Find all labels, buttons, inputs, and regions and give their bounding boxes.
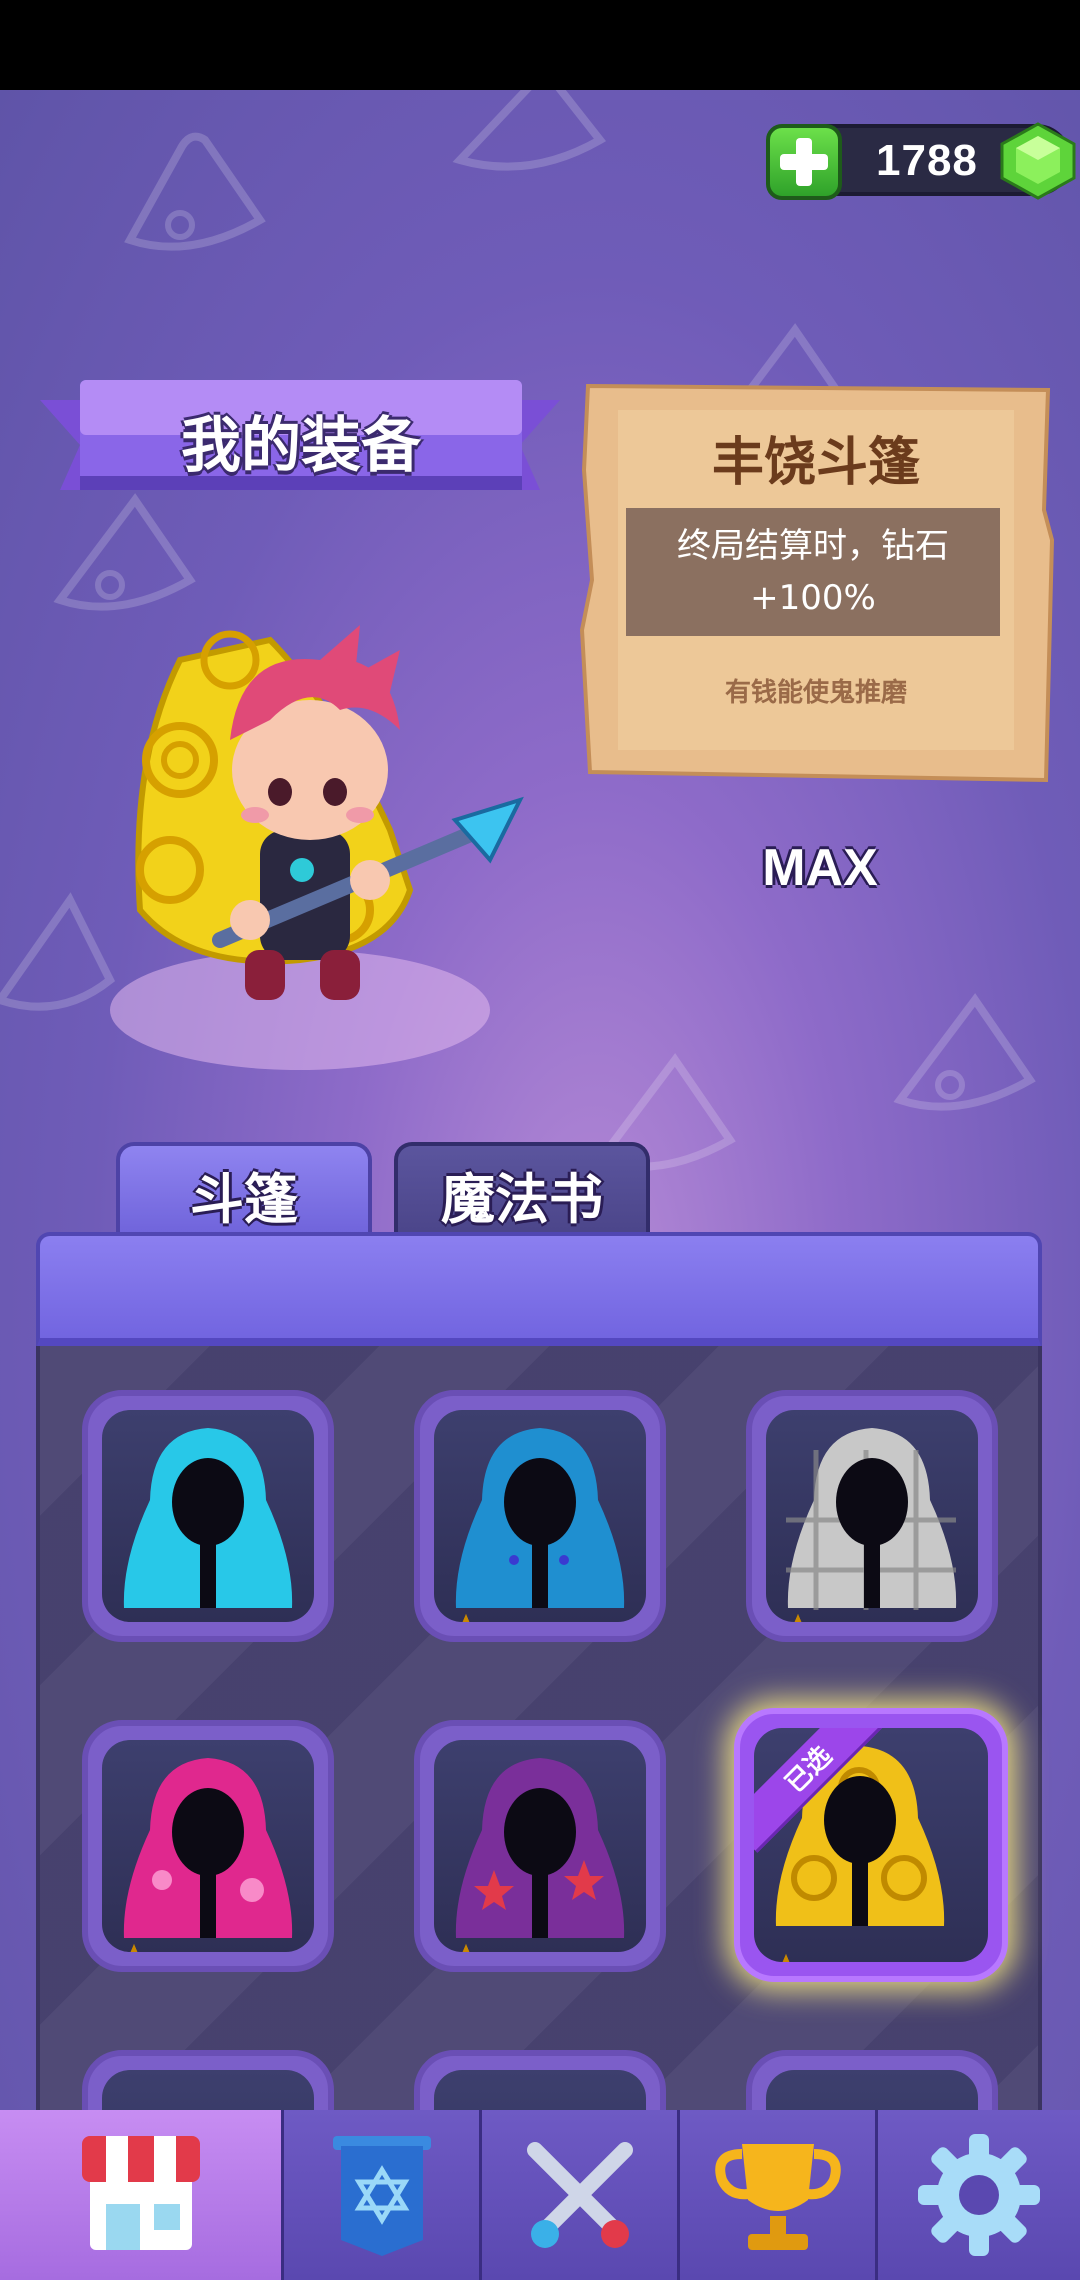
cloak-item-frame [766,1410,978,1622]
cloak-icon [123,1428,293,1608]
add-gems-button[interactable] [766,124,842,200]
nav-trophy[interactable] [680,2110,878,2280]
inventory-panel-header [36,1232,1042,1348]
equipment-effect: 终局结算时，钻石 +100% [626,508,1000,636]
cloak-item-frame [434,1410,646,1622]
nav-shop[interactable] [0,2110,284,2280]
cloak-icon [123,1758,293,1938]
tab-cloak[interactable]: 斗篷 [116,1142,372,1242]
cloak-item[interactable] [746,1390,998,1642]
cloak-item[interactable] [414,1720,666,1972]
equipment-flavor-text: 有钱能使鬼推磨 [724,678,907,708]
cloak-icon [455,1758,625,1938]
hat-doodle-icon [124,132,266,251]
star-icon [462,1944,470,1952]
cloak-item-frame: 已选 [754,1728,988,1962]
star-icon [794,1614,802,1622]
star-icon [130,1944,138,1952]
shop-icon [81,2136,200,2250]
cloak-item-frame [102,1740,314,1952]
title-ribbon: 我的装备 [40,380,560,510]
equipment-screen: 1788 我的装备 丰饶斗篷 终局结算时，钻石 +100% 有钱能使鬼推磨 MA… [0,90,1080,2280]
gear-icon [918,2134,1040,2256]
nav-settings[interactable] [878,2110,1080,2280]
level-label: MAX [762,839,878,897]
cloak-icon [786,1428,957,1610]
nav-battle[interactable] [482,2110,680,2280]
hero-character [110,625,524,1070]
cloak-item-frame [102,1410,314,1622]
tab-spellbook[interactable]: 魔法书 [394,1142,650,1242]
cloak-item[interactable] [82,1720,334,1972]
cloak-icon [775,1746,945,1926]
status-bar [0,0,1080,90]
hat-doodle-icon [452,90,607,171]
nav-banner[interactable] [284,2110,482,2280]
hat-doodle-icon [893,993,1036,1111]
bottom-navigation [0,2110,1080,2280]
green-gem-icon [1000,122,1076,200]
equipment-info-card: 丰饶斗篷 终局结算时，钻石 +100% 有钱能使鬼推磨 [578,380,1054,800]
page-title: 我的装备 [181,410,421,481]
crossed-swords-icon [526,2142,633,2248]
plus-icon [780,138,828,186]
equipment-name: 丰饶斗篷 [711,433,920,493]
gem-amount: 1788 [876,136,978,185]
cloak-icon [455,1428,625,1608]
gem-counter[interactable]: 1788 [766,122,1076,200]
star-icon [462,1614,470,1622]
cloak-item-frame [434,1740,646,1952]
cloak-item[interactable] [414,1390,666,1642]
cloak-item[interactable] [82,1390,334,1642]
trophy-icon [714,2144,841,2250]
star-icon [782,1954,790,1962]
cloak-item-selected[interactable]: 已选 [734,1708,1008,1982]
banner-icon [332,2136,431,2256]
